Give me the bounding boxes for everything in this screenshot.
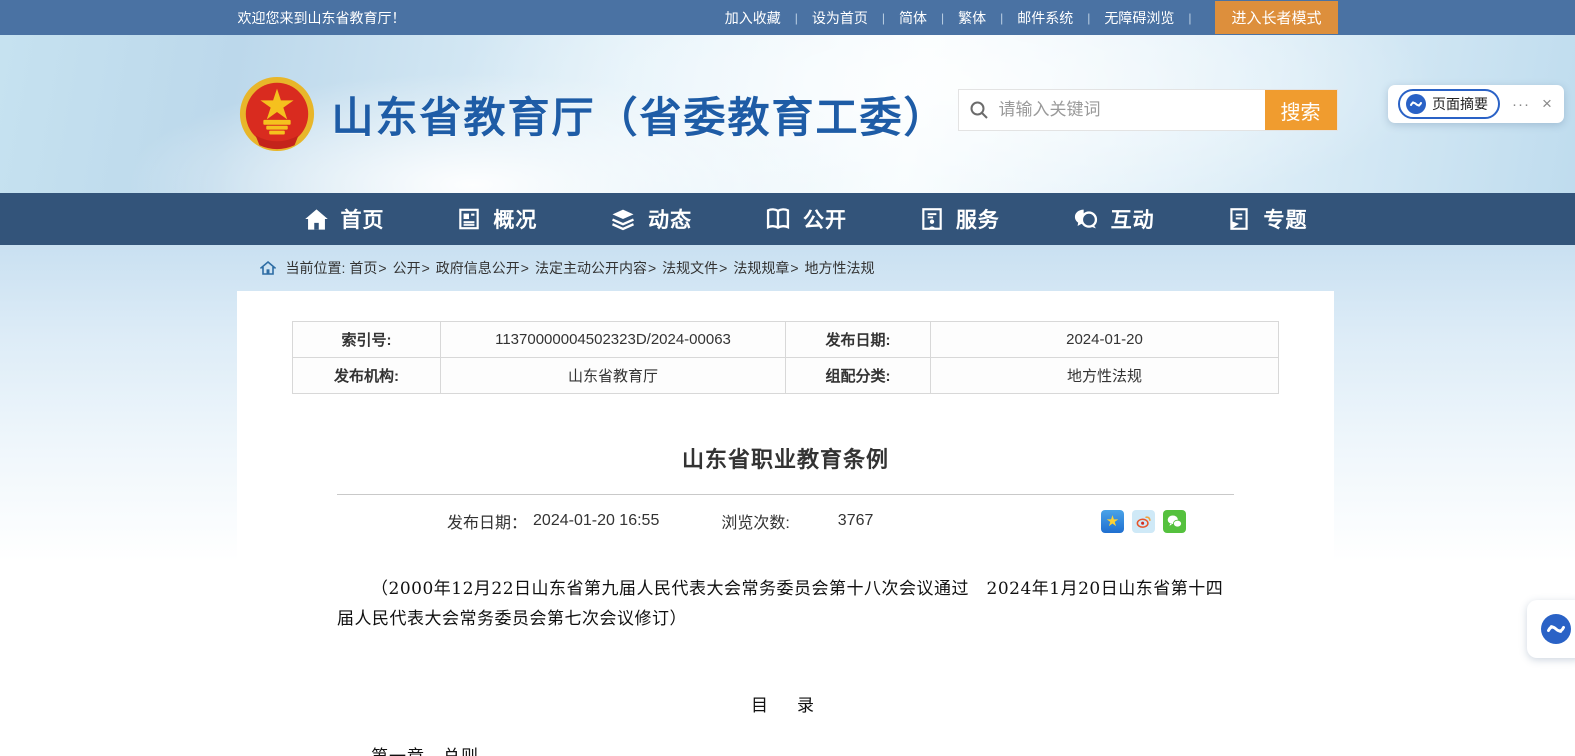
nav-label: 动态 <box>648 204 692 234</box>
breadcrumb-item-gov-info[interactable]: 政府信息公开 <box>436 258 520 278</box>
site-header: 山东省教育厅（省委教育工委） 搜索 <box>0 35 1575 193</box>
page-body: 当前位置: 首页> 公开> 政府信息公开> 法定主动公开内容> 法规文件> 法规… <box>0 245 1575 756</box>
wechat-icon[interactable] <box>1163 510 1186 533</box>
index-number-label: 索引号: <box>293 322 441 358</box>
view-count-value: 3767 <box>838 512 874 530</box>
table-row: 索引号: 11370000004502323D/2024-00063 发布日期:… <box>293 322 1279 358</box>
breadcrumb-item-statutory[interactable]: 法定主动公开内容 <box>535 258 647 278</box>
widget-more-icon[interactable]: ··· <box>1512 96 1530 113</box>
publish-date-meta-label: 发布日期： <box>447 509 527 533</box>
breadcrumb-item-home[interactable]: 首页 <box>349 258 377 278</box>
qzone-icon[interactable]: ★ <box>1101 510 1124 533</box>
separator: | <box>882 11 885 25</box>
nav-label: 专题 <box>1263 204 1307 234</box>
ai-assistant-icon <box>1406 94 1426 114</box>
page-summary-button[interactable]: 页面摘要 <box>1398 89 1500 119</box>
separator: | <box>941 11 944 25</box>
category-value: 地方性法规 <box>931 358 1279 394</box>
home-icon[interactable] <box>260 260 276 276</box>
top-utility-bar: 欢迎您来到山东省教育厅！ 加入收藏 | 设为首页 | 简体 | 繁体 | 邮件系… <box>0 0 1575 35</box>
nav-item-overview[interactable]: 概况 <box>456 204 537 234</box>
nav-label: 互动 <box>1111 204 1155 234</box>
page-assistant-button[interactable] <box>1527 600 1575 658</box>
add-favorite-link[interactable]: 加入收藏 <box>721 8 785 28</box>
search-button[interactable]: 搜索 <box>1265 90 1337 130</box>
site-search: 搜索 <box>958 89 1338 131</box>
breadcrumb-item-regulation-files[interactable]: 法规文件 <box>662 258 718 278</box>
breadcrumb-separator: > <box>521 260 529 276</box>
nav-label: 概况 <box>493 204 537 234</box>
home-icon <box>303 206 330 233</box>
welcome-text: 欢迎您来到山东省教育厅！ <box>238 8 406 28</box>
toc-item-chapter1: 第一章 总则 <box>337 742 1234 756</box>
article-title: 山东省职业教育条例 <box>292 442 1279 474</box>
breadcrumb-item-local-regulations[interactable]: 地方性法规 <box>805 258 875 278</box>
separator: | <box>1087 11 1090 25</box>
publish-date-meta-value: 2024-01-20 16:55 <box>533 512 659 530</box>
title-divider <box>337 494 1234 495</box>
nav-item-special-topic[interactable]: 专题 <box>1226 204 1307 234</box>
article-body: （2000年12月22日山东省第九届人民代表大会常务委员会第十八次会议通过 20… <box>292 575 1279 756</box>
issuing-agency-label: 发布机构: <box>293 358 441 394</box>
accessibility-link[interactable]: 无障碍浏览 <box>1100 8 1178 28</box>
breadcrumb: 当前位置: 首页> 公开> 政府信息公开> 法定主动公开内容> 法规文件> 法规… <box>238 245 1338 291</box>
article-meta: 发布日期： 2024-01-20 16:55 浏览次数: 3767 ★ <box>337 509 1234 533</box>
widget-close-icon[interactable]: × <box>1542 94 1552 114</box>
separator: | <box>1188 11 1191 25</box>
separator: | <box>1000 11 1003 25</box>
special-topic-icon <box>1226 206 1252 232</box>
share-bar: ★ <box>1101 510 1186 533</box>
page-summary-widget: 页面摘要 ··· × <box>1388 85 1564 123</box>
main-navigation: 首页 概况 动态 公开 服务 互动 专题 <box>0 193 1575 245</box>
breadcrumb-prefix: 当前位置: <box>286 258 346 278</box>
interaction-icon <box>1072 205 1100 233</box>
index-number-value: 11370000004502323D/2024-00063 <box>441 322 786 358</box>
search-input[interactable] <box>999 90 1265 130</box>
top-links: 加入收藏 | 设为首页 | 简体 | 繁体 | 邮件系统 | 无障碍浏览 | 进… <box>721 0 1338 35</box>
weibo-icon[interactable] <box>1132 510 1155 533</box>
category-label: 组配分类: <box>786 358 931 394</box>
breadcrumb-separator: > <box>648 260 656 276</box>
view-count-label: 浏览次数: <box>721 509 789 533</box>
breadcrumb-separator: > <box>422 260 430 276</box>
service-icon <box>919 206 945 232</box>
ai-assistant-icon <box>1541 614 1571 644</box>
table-row: 发布机构: 山东省教育厅 组配分类: 地方性法规 <box>293 358 1279 394</box>
nav-item-service[interactable]: 服务 <box>919 204 1000 234</box>
site-title: 山东省教育厅（省委教育工委） <box>332 84 948 145</box>
nav-item-news[interactable]: 动态 <box>609 204 692 234</box>
disclosure-icon <box>764 205 792 233</box>
set-homepage-link[interactable]: 设为首页 <box>808 8 872 28</box>
breadcrumb-separator: > <box>378 260 386 276</box>
nav-label: 服务 <box>956 204 1000 234</box>
elder-mode-button[interactable]: 进入长者模式 <box>1215 1 1337 34</box>
overview-icon <box>456 206 482 232</box>
breadcrumb-item-disclosure[interactable]: 公开 <box>393 258 421 278</box>
enactment-note: （2000年12月22日山东省第九届人民代表大会常务委员会第十八次会议通过 20… <box>337 575 1234 635</box>
simplified-chinese-link[interactable]: 简体 <box>895 8 931 28</box>
document-info-table: 索引号: 11370000004502323D/2024-00063 发布日期:… <box>292 321 1279 394</box>
content-card: 索引号: 11370000004502323D/2024-00063 发布日期:… <box>237 291 1334 756</box>
mail-system-link[interactable]: 邮件系统 <box>1013 8 1077 28</box>
site-brand[interactable]: 山东省教育厅（省委教育工委） <box>238 75 948 153</box>
publish-date-label: 发布日期: <box>786 322 931 358</box>
breadcrumb-item-regulations[interactable]: 法规规章 <box>733 258 789 278</box>
breadcrumb-separator: > <box>790 260 798 276</box>
search-icon <box>959 90 999 130</box>
breadcrumb-separator: > <box>719 260 727 276</box>
nav-item-home[interactable]: 首页 <box>303 204 385 234</box>
publish-date-value: 2024-01-20 <box>931 322 1279 358</box>
nav-item-interaction[interactable]: 互动 <box>1072 204 1155 234</box>
national-emblem-logo <box>238 75 316 153</box>
nav-item-disclosure[interactable]: 公开 <box>764 204 847 234</box>
issuing-agency-value: 山东省教育厅 <box>441 358 786 394</box>
traditional-chinese-link[interactable]: 繁体 <box>954 8 990 28</box>
page-summary-label: 页面摘要 <box>1432 94 1488 114</box>
news-icon <box>609 205 637 233</box>
toc-title: 目 录 <box>337 691 1234 716</box>
nav-label: 公开 <box>803 204 847 234</box>
separator: | <box>795 11 798 25</box>
nav-label: 首页 <box>341 204 385 234</box>
